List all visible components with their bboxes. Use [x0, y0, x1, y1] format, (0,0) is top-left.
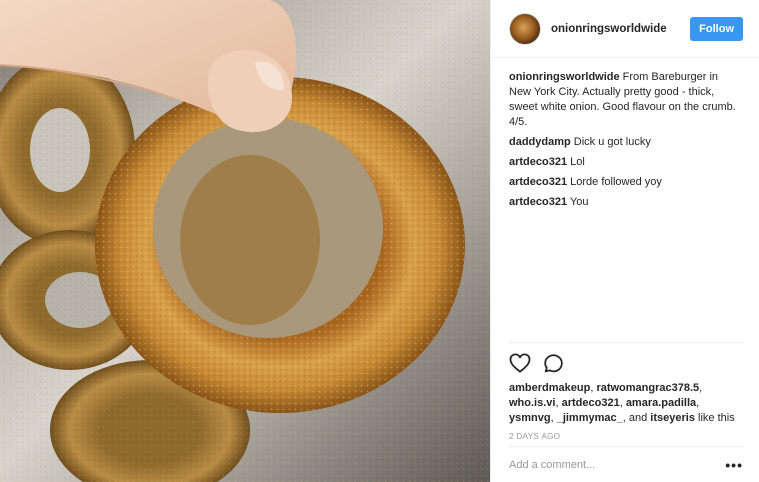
comment-icon[interactable] — [543, 353, 564, 374]
comment-username[interactable]: artdeco321 — [509, 176, 567, 188]
likes-comma: , — [622, 412, 626, 424]
more-options-icon[interactable]: ••• — [725, 457, 743, 473]
liker-username[interactable]: _jimmymac_ — [557, 412, 623, 424]
instagram-post: onionringsworldwide Follow onionringswor… — [0, 0, 759, 482]
comment-text: Lorde followed yoy — [570, 176, 662, 188]
liker-username[interactable]: amberdmakeup — [509, 382, 590, 394]
liker-username[interactable]: itseyeris — [650, 412, 695, 424]
comment-username[interactable]: artdeco321 — [509, 196, 567, 208]
caption: onionringsworldwide From Bareburger in N… — [509, 70, 743, 130]
post-actions: amberdmakeup, ratwomangrac378.5, who.is.… — [509, 342, 743, 441]
liker-username[interactable]: ysmnvg — [509, 412, 551, 424]
comment-text: Dick u got lucky — [573, 136, 651, 148]
add-comment-bar: ••• — [509, 446, 743, 482]
avatar[interactable] — [509, 12, 541, 45]
comment-username[interactable]: artdeco321 — [509, 156, 567, 168]
liker-username[interactable]: artdeco321 — [562, 397, 620, 409]
add-comment-input[interactable] — [509, 458, 726, 471]
post-sidebar: onionringsworldwide Follow onionringswor… — [490, 0, 759, 482]
comment-username[interactable]: daddydamp — [509, 136, 571, 148]
comment-item: artdeco321 You — [509, 195, 743, 210]
likes-and: and — [628, 412, 648, 424]
caption-username[interactable]: onionringsworldwide — [509, 71, 620, 83]
comment-item: daddydamp Dick u got lucky — [509, 135, 743, 150]
comment-item: artdeco321 Lorde followed yoy — [509, 175, 743, 190]
heart-icon[interactable] — [509, 353, 531, 373]
comment-text: You — [569, 196, 589, 208]
comment-item: artdeco321 Lol — [509, 155, 743, 170]
likes-suffix: like this — [698, 412, 735, 424]
liker-username[interactable]: ratwomangrac378.5 — [596, 382, 699, 394]
follow-button[interactable]: Follow — [690, 16, 743, 41]
post-header: onionringsworldwide Follow — [491, 0, 759, 58]
post-timestamp[interactable]: 2 DAYS AGO — [509, 432, 743, 441]
comments-list: onionringsworldwide From Bareburger in N… — [491, 58, 759, 340]
post-photo[interactable] — [0, 0, 490, 482]
liker-username[interactable]: amara.padilla — [626, 397, 696, 409]
likes-summary: amberdmakeup, ratwomangrac378.5, who.is.… — [509, 382, 735, 424]
post-author-username[interactable]: onionringsworldwide — [551, 23, 690, 35]
onion-ring-photo — [0, 0, 490, 482]
comment-text: Lol — [570, 156, 585, 168]
liker-username[interactable]: who.is.vi — [509, 397, 555, 409]
action-icons — [509, 349, 743, 377]
